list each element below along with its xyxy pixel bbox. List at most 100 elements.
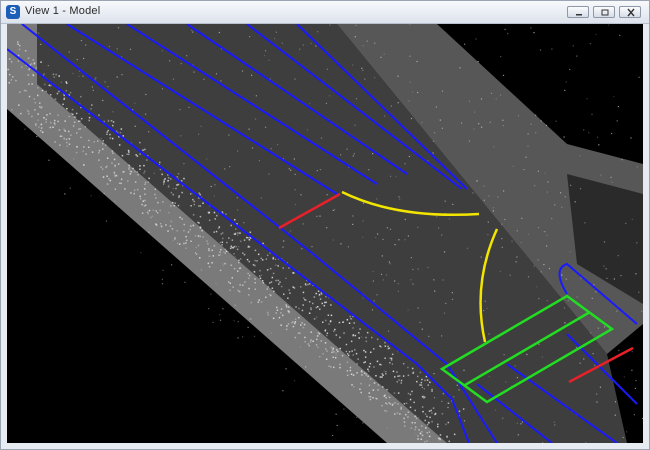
point <box>596 393 598 395</box>
point <box>397 375 399 377</box>
point <box>199 235 201 238</box>
point <box>554 204 556 206</box>
point <box>206 158 208 160</box>
point <box>286 306 288 308</box>
point <box>190 225 192 227</box>
point <box>431 412 433 414</box>
restore-button[interactable] <box>593 6 615 18</box>
point <box>53 122 56 124</box>
point <box>390 359 393 361</box>
point <box>243 239 246 241</box>
point <box>412 371 415 373</box>
point <box>516 256 518 258</box>
point <box>385 274 388 276</box>
point <box>71 108 74 111</box>
point <box>369 362 372 365</box>
point <box>371 336 373 339</box>
point <box>189 228 191 231</box>
point <box>167 177 170 179</box>
point <box>303 297 305 299</box>
point <box>408 155 410 158</box>
point <box>152 209 154 211</box>
point <box>68 130 70 133</box>
point <box>521 421 523 423</box>
point <box>380 346 382 348</box>
close-button[interactable] <box>619 6 641 18</box>
point <box>195 246 197 249</box>
point <box>505 381 507 383</box>
point <box>183 163 185 165</box>
point <box>91 86 93 88</box>
point <box>436 216 438 218</box>
point <box>298 316 300 319</box>
point <box>516 230 518 232</box>
point <box>180 180 183 182</box>
point <box>104 144 107 146</box>
point <box>281 42 283 44</box>
point <box>163 183 165 185</box>
point <box>34 101 36 104</box>
point <box>370 351 372 353</box>
point <box>34 109 36 111</box>
point <box>193 200 195 203</box>
point <box>404 218 406 221</box>
point <box>213 195 215 197</box>
point <box>49 94 52 96</box>
point <box>66 145 68 147</box>
point <box>614 414 616 416</box>
point <box>418 416 420 418</box>
point <box>611 132 613 135</box>
point <box>565 278 567 280</box>
point <box>271 287 274 289</box>
point <box>589 43 591 45</box>
point <box>290 230 292 232</box>
point <box>106 157 109 159</box>
point <box>363 361 365 364</box>
point <box>308 344 311 347</box>
point <box>208 219 211 222</box>
point <box>326 68 329 70</box>
point <box>507 33 509 35</box>
point <box>618 349 620 352</box>
title-bar[interactable]: S View 1 - Model <box>1 1 649 24</box>
point <box>384 341 386 344</box>
point <box>37 94 39 97</box>
minimize-button[interactable] <box>567 6 589 18</box>
point <box>218 254 220 256</box>
point <box>265 126 267 128</box>
point <box>222 265 224 267</box>
point <box>44 83 46 86</box>
point <box>208 255 211 257</box>
point-cloud-canvas[interactable] <box>7 24 643 443</box>
point <box>59 144 61 146</box>
point <box>613 95 615 98</box>
point <box>169 225 172 227</box>
point <box>107 129 109 132</box>
point <box>349 366 352 369</box>
point <box>266 254 269 257</box>
point <box>303 323 306 326</box>
point <box>221 211 224 213</box>
point <box>382 238 384 240</box>
point <box>351 384 353 386</box>
point <box>325 348 327 350</box>
point <box>275 264 277 266</box>
point <box>28 83 30 85</box>
point <box>147 181 150 183</box>
point <box>614 401 617 403</box>
point <box>229 289 231 291</box>
point <box>409 393 412 396</box>
point-cloud-viewport[interactable] <box>7 24 643 443</box>
point <box>367 370 370 372</box>
point <box>18 104 20 106</box>
point <box>411 91 414 93</box>
point <box>535 132 537 134</box>
point <box>28 113 30 115</box>
point <box>490 92 493 94</box>
point <box>185 239 188 242</box>
point <box>18 114 20 116</box>
point <box>37 113 39 115</box>
point <box>502 125 504 127</box>
point <box>30 63 33 65</box>
point <box>15 79 17 82</box>
